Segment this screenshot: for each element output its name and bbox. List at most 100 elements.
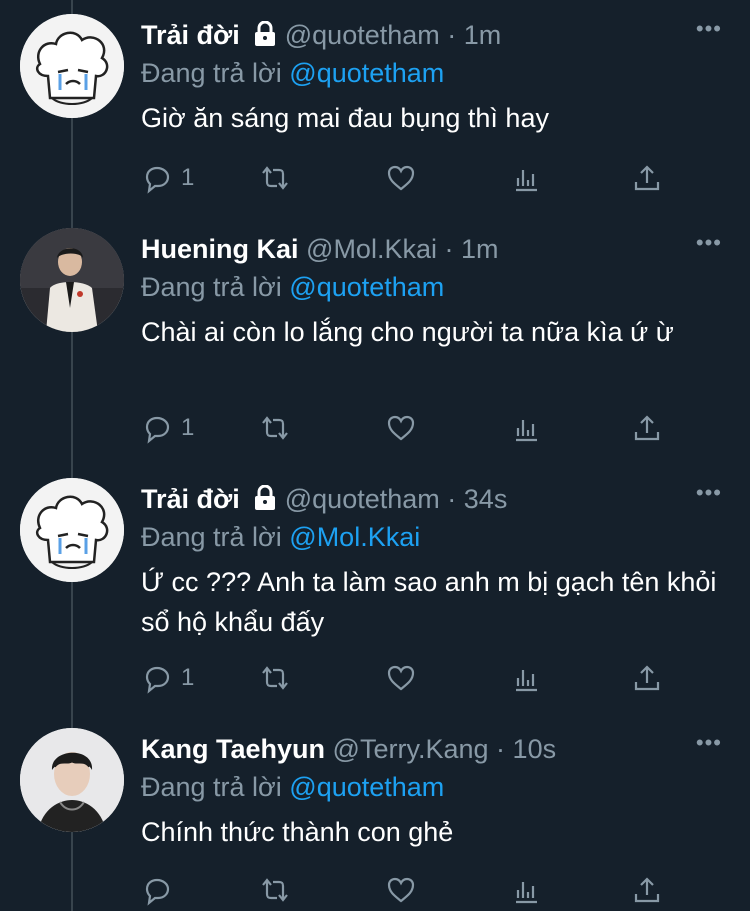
separator-dot: · [444,234,454,264]
tweet-3[interactable]: Trải đời @quotetham · 34s Đang trả lời @… [0,464,750,714]
cartoon-chef-avatar-icon [20,478,124,582]
tweet-1[interactable]: Trải đời @quotetham · 1m Đang trả lời @q… [0,0,750,225]
analytics-icon [516,170,537,192]
tweet-text: Giờ ăn sáng mai đau bụng thì hay [141,103,549,133]
reply-button[interactable]: 1 [141,160,194,196]
like-icon [387,415,415,441]
reply-prefix: Đang trả lời [141,272,282,302]
tweet-text: Ứ cc ??? Anh ta làm sao anh m bị gạch tê… [141,567,717,637]
analytics-button[interactable] [510,410,542,446]
separator-dot: · [496,734,506,764]
avatar-trai-doi[interactable] [20,14,124,118]
reply-count: 1 [181,664,195,691]
reply-context: Đang trả lời @Mol.Kkai [141,518,731,556]
reply-icon [145,666,170,694]
reply-button[interactable]: 1 [141,660,194,696]
like-button[interactable] [385,660,417,696]
analytics-button[interactable] [510,660,542,696]
display-name[interactable]: Trải đời [141,20,240,50]
analytics-button[interactable] [510,160,542,196]
person-photo-avatar-icon [20,228,124,332]
reply-button[interactable]: 1 [141,410,194,446]
reply-context: Đang trả lời @quotetham [141,768,731,806]
display-name[interactable]: Trải đời [141,484,240,514]
more-icon[interactable]: ••• [696,230,722,256]
action-bar: 1 [141,410,681,446]
retweet-button[interactable] [259,160,291,196]
tweet-text: Chính thức thành con ghẻ [141,817,454,847]
timestamp[interactable]: 10s [513,734,557,764]
person-photo-avatar-icon [20,728,124,832]
tweet-4[interactable]: Kang Taehyun @Terry.Kang · 10s Đang trả … [0,714,750,911]
like-icon [387,165,415,191]
display-name[interactable]: Huening Kai [141,234,299,264]
mention-link[interactable]: @quotetham [289,772,444,802]
mention-link[interactable]: @quotetham [289,58,444,88]
share-icon [634,165,660,191]
action-bar [141,872,681,908]
user-handle[interactable]: @quotetham [285,484,440,514]
action-bar: 1 [141,160,681,196]
reply-icon [145,166,170,194]
mention-link[interactable]: @quotetham [289,272,444,302]
tweet-2[interactable]: Huening Kai @Mol.Kkai · 1m Đang trả lời … [0,214,750,464]
lock-icon [253,19,277,57]
retweet-icon [262,416,288,440]
like-button[interactable] [385,160,417,196]
share-button[interactable] [631,872,663,908]
mention-link[interactable]: @Mol.Kkai [289,522,420,552]
like-button[interactable] [385,872,417,908]
tweet-header: Trải đời @quotetham · 34s [141,480,731,518]
retweet-button[interactable] [259,410,291,446]
reply-context: Đang trả lời @quotetham [141,268,731,306]
retweet-icon [262,878,288,902]
user-handle[interactable]: @Mol.Kkai [306,234,437,264]
share-button[interactable] [631,160,663,196]
reply-button[interactable] [141,872,181,908]
lock-icon [253,483,277,521]
analytics-icon [516,670,537,692]
timestamp[interactable]: 1m [461,234,499,264]
retweet-button[interactable] [259,872,291,908]
avatar-trai-doi[interactable] [20,478,124,582]
share-icon [634,415,660,441]
like-button[interactable] [385,410,417,446]
share-icon [634,665,660,691]
analytics-button[interactable] [510,872,542,908]
tweet-header: Trải đời @quotetham · 1m [141,16,731,54]
action-bar: 1 [141,660,681,696]
reply-count: 1 [181,164,195,191]
reply-prefix: Đang trả lời [141,772,282,802]
reply-icon [145,416,170,444]
like-icon [387,877,415,903]
tweet-text: Chài ai còn lo lắng cho người ta nữa kìa… [141,317,674,347]
retweet-button[interactable] [259,660,291,696]
tweet-header: Kang Taehyun @Terry.Kang · 10s [141,730,731,768]
retweet-icon [262,666,288,690]
timestamp[interactable]: 1m [464,20,502,50]
more-icon[interactable]: ••• [696,730,722,756]
share-button[interactable] [631,410,663,446]
user-handle[interactable]: @quotetham [285,20,440,50]
avatar-kang-taehyun[interactable] [20,728,124,832]
separator-dot: · [447,20,457,50]
user-handle[interactable]: @Terry.Kang [333,734,489,764]
cartoon-chef-avatar-icon [20,14,124,118]
reply-count: 1 [181,414,195,441]
tweet-header: Huening Kai @Mol.Kkai · 1m [141,230,731,268]
share-icon [634,877,660,903]
separator-dot: · [447,484,457,514]
share-button[interactable] [631,660,663,696]
retweet-icon [262,166,288,190]
avatar-huening-kai[interactable] [20,228,124,332]
reply-prefix: Đang trả lời [141,522,282,552]
reply-icon [145,878,170,906]
display-name[interactable]: Kang Taehyun [141,734,325,764]
more-icon[interactable]: ••• [696,16,722,42]
timestamp[interactable]: 34s [464,484,508,514]
analytics-icon [516,882,537,904]
reply-context: Đang trả lời @quotetham [141,54,731,92]
more-icon[interactable]: ••• [696,480,722,506]
analytics-icon [516,420,537,442]
reply-prefix: Đang trả lời [141,58,282,88]
